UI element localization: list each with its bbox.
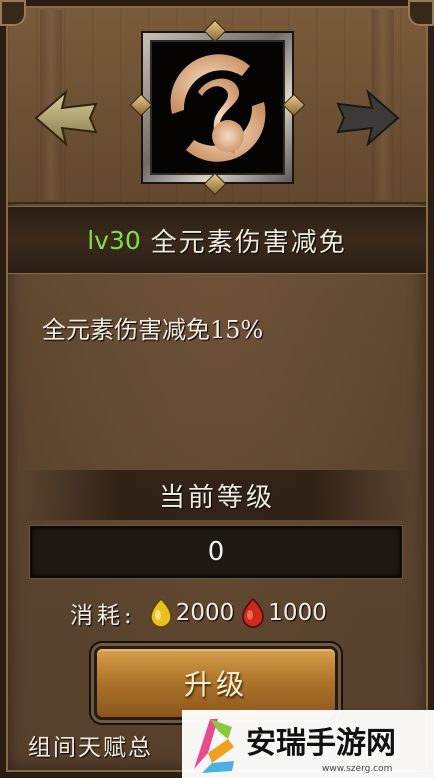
current-level-label: 当前等级 xyxy=(158,482,275,513)
red-gem-icon xyxy=(242,598,265,628)
skill-level: lv30 xyxy=(87,225,141,255)
upgrade-button-label: 升级 xyxy=(183,668,248,701)
skill-description: 全元素伤害减免15% xyxy=(42,316,264,344)
arrow-left-icon[interactable] xyxy=(32,88,100,148)
watermark: 安瑞手游网 www.szerg.com xyxy=(182,710,434,778)
arrow-right-icon[interactable] xyxy=(334,88,402,148)
cost-amount-red: 1000 xyxy=(268,600,327,626)
watermark-url: www.szerg.com xyxy=(322,764,393,774)
frame-corner-left xyxy=(0,0,26,26)
skill-title-bar: lv30 全元素伤害减免 xyxy=(8,206,426,274)
cost-amount-yellow: 2000 xyxy=(175,600,235,626)
watermark-logo-icon xyxy=(194,719,234,773)
upgrade-button[interactable]: 升级 xyxy=(94,646,338,720)
watermark-text: 安瑞手游网 xyxy=(246,726,396,761)
current-level-value: 0 xyxy=(30,526,402,578)
frame-corner-right xyxy=(408,0,434,26)
skill-icon-frame[interactable] xyxy=(129,19,306,196)
current-level-header: 当前等级 xyxy=(20,470,414,520)
yellow-gem-icon xyxy=(149,598,172,628)
cost-label: 消耗: xyxy=(70,603,136,629)
cost-row: 消耗: 2000 1000 xyxy=(70,596,327,630)
skill-name: 全元素伤害减免 xyxy=(150,227,347,258)
swirl-element-icon xyxy=(170,53,265,162)
group-talent-total-text: 组间天赋总 xyxy=(28,735,153,761)
